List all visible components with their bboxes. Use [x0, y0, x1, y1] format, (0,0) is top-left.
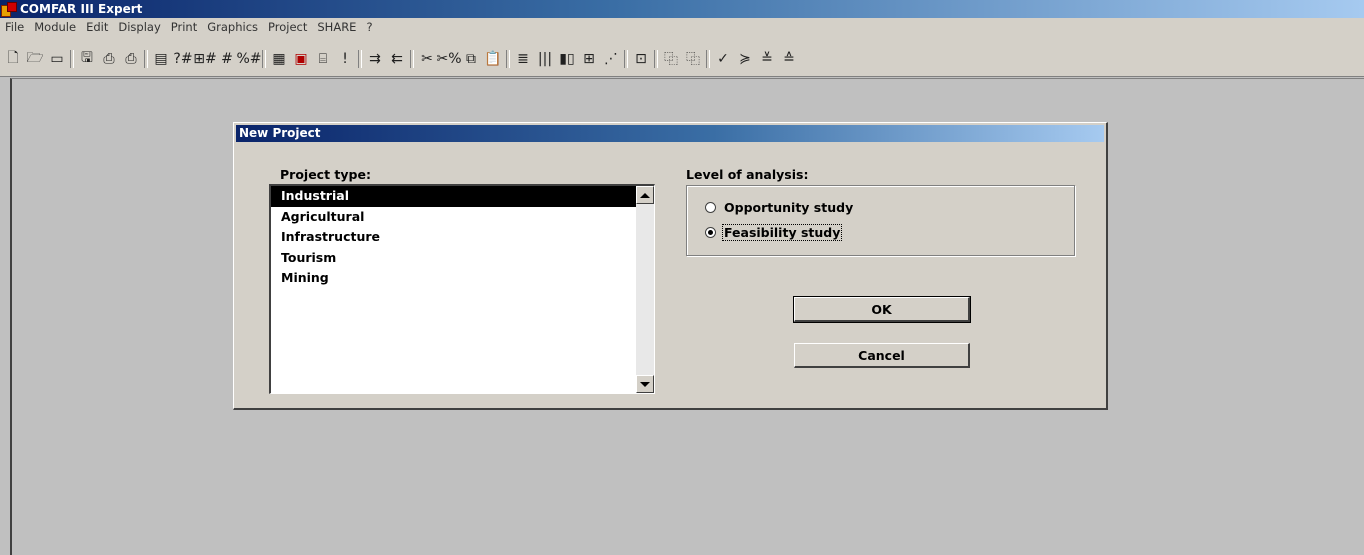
radio-button[interactable]: [705, 227, 716, 238]
menu-bar: File Module Edit Display Print Graphics Projec…: [0, 18, 1364, 36]
flow-right-icon[interactable]: ⇉: [364, 49, 386, 69]
listbox-scrollbar[interactable]: [636, 186, 654, 393]
toolbar-separator: [410, 50, 414, 68]
open-folder-icon[interactable]: 🗁: [24, 49, 46, 69]
bar-chart-icon[interactable]: ▮▯: [556, 49, 578, 69]
ok-button[interactable]: OK: [793, 296, 971, 323]
menu-display[interactable]: Display: [113, 20, 165, 34]
blank-window-icon[interactable]: ▭: [46, 49, 68, 69]
scroll-up-icon: [640, 192, 650, 198]
exclamation-icon[interactable]: !: [334, 49, 356, 69]
radio-feasibility-study[interactable]: Feasibility study: [705, 224, 843, 241]
list-item[interactable]: Infrastructure: [271, 227, 636, 248]
help-hash-icon[interactable]: ?#: [172, 49, 194, 69]
cut-icon[interactable]: ✂: [416, 49, 438, 69]
toolbar-separator: [358, 50, 362, 68]
toolbar: 🗋 🗁 ▭ 🖫 ⎙ ⎙ ▤ ?# ⊞# # %# ▦ ▣ ⌸! ⇉ ⇇ ✂ ✂% ⧉ 📋 ≣ ||| ▮▯ ⊞ ⋰ ⊡ ⿻⿻ ✓ ≽ ≚ ≙: [0, 36, 1364, 77]
menu-share[interactable]: SHARE: [312, 20, 361, 34]
menu-module[interactable]: Module: [29, 20, 81, 34]
flow-left-icon[interactable]: ⇇: [386, 49, 408, 69]
app-title: COMFAR III Expert: [20, 2, 143, 16]
copy-icon[interactable]: ⧉: [460, 49, 482, 69]
columns-icon[interactable]: |||: [534, 49, 556, 69]
cancel-button[interactable]: Cancel: [794, 343, 970, 368]
hash-icon[interactable]: #: [216, 49, 238, 69]
save-icon[interactable]: 🖫: [76, 49, 98, 69]
rows-icon[interactable]: ≣: [512, 49, 534, 69]
paste-table-icon[interactable]: ⿻: [682, 49, 704, 69]
scroll-down-button[interactable]: [636, 375, 654, 393]
radio-opportunity-study[interactable]: Opportunity study: [705, 200, 854, 215]
list-item[interactable]: Mining: [271, 268, 636, 289]
toolbar-separator: [144, 50, 148, 68]
toolbar-separator: [70, 50, 74, 68]
grid-hash-icon[interactable]: ⊞#: [193, 49, 216, 69]
menu-print[interactable]: Print: [166, 20, 202, 34]
app-title-bar: COMFAR III Expert: [0, 0, 1364, 18]
new-file-icon[interactable]: 🗋: [2, 49, 24, 69]
matrix-icon[interactable]: ⊞: [578, 49, 600, 69]
list-item[interactable]: Tourism: [271, 248, 636, 269]
radio-label: Opportunity study: [724, 200, 854, 215]
toolbar-separator: [506, 50, 510, 68]
level-of-analysis-group: Opportunity study Feasibility study: [686, 185, 1075, 256]
level-of-analysis-label: Level of analysis:: [686, 167, 809, 182]
menu-graphics[interactable]: Graphics: [202, 20, 263, 34]
toolbar-separator: [262, 50, 266, 68]
check-all-icon[interactable]: ≙: [778, 49, 800, 69]
new-project-dialog: New Project Project type: Industrial Agri…: [233, 122, 1108, 410]
project-type-label: Project type:: [280, 167, 371, 182]
calculator-icon[interactable]: ▣: [290, 49, 312, 69]
list-item[interactable]: Agricultural: [271, 207, 636, 228]
scroll-down-icon: [640, 381, 650, 387]
check-down-icon[interactable]: ≚: [756, 49, 778, 69]
menu-file[interactable]: File: [0, 20, 29, 34]
copy-table-icon[interactable]: ⿻: [660, 49, 682, 69]
menu-help[interactable]: ?: [361, 20, 377, 34]
list-item[interactable]: Industrial: [271, 186, 636, 207]
dialog-title: New Project: [236, 125, 1104, 142]
cut-percent-icon[interactable]: ✂%: [436, 49, 461, 69]
menu-project[interactable]: Project: [263, 20, 312, 34]
check-up-icon[interactable]: ≽: [734, 49, 756, 69]
print-preview-icon[interactable]: ⎙: [120, 49, 142, 69]
scroll-up-button[interactable]: [636, 186, 654, 204]
menu-edit[interactable]: Edit: [81, 20, 113, 34]
slope-icon[interactable]: ⋰: [600, 49, 622, 69]
table-view-icon[interactable]: ▤: [150, 49, 172, 69]
percent-hash-icon[interactable]: %#: [236, 49, 261, 69]
chart-edit-icon[interactable]: ⌸: [312, 49, 334, 69]
paste-icon[interactable]: 📋: [482, 49, 504, 69]
project-type-listbox[interactable]: Industrial Agricultural Infrastructure Tour…: [269, 184, 655, 394]
toolbar-separator: [706, 50, 710, 68]
check-icon[interactable]: ✓: [712, 49, 734, 69]
grid-icon[interactable]: ▦: [268, 49, 290, 69]
toolbar-separator: [624, 50, 628, 68]
radio-button[interactable]: [705, 202, 716, 213]
print-icon[interactable]: ⎙: [98, 49, 120, 69]
link-hash-icon[interactable]: ⊡: [630, 49, 652, 69]
toolbar-separator: [654, 50, 658, 68]
radio-label: Feasibility study: [721, 224, 843, 241]
comfar-app-icon: [1, 2, 17, 17]
